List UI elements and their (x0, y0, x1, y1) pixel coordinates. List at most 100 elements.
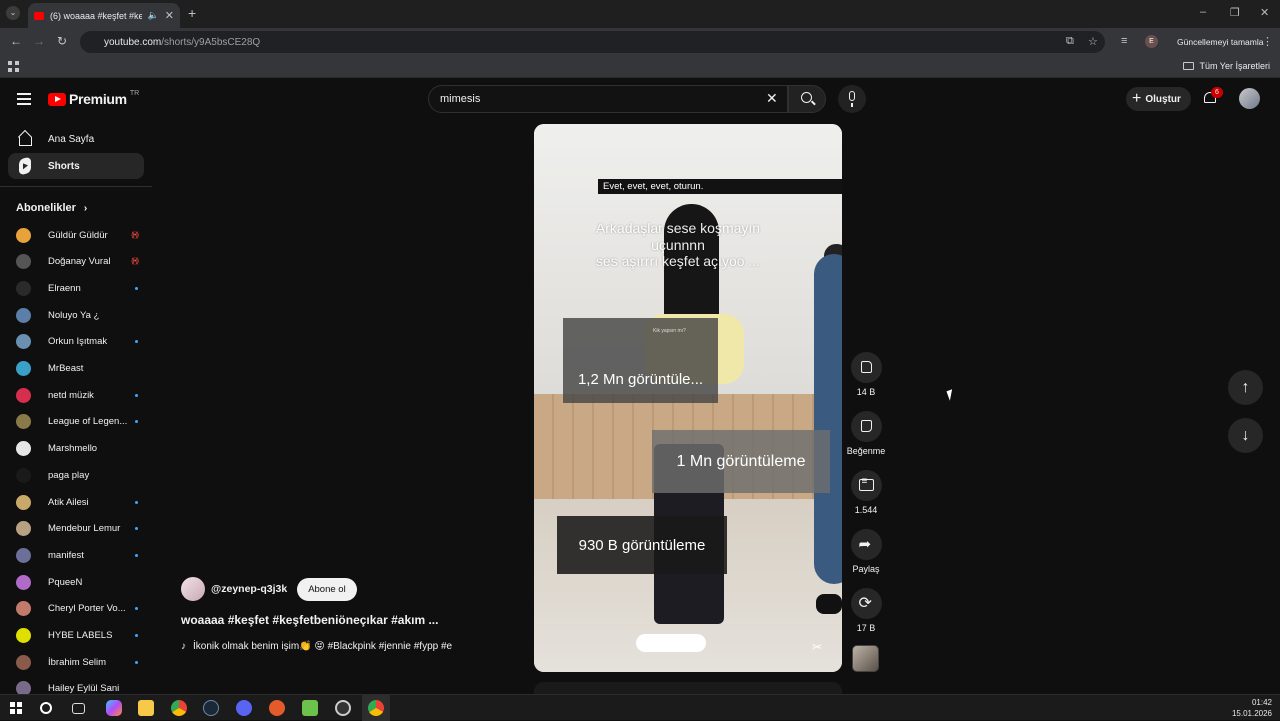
channel-avatar[interactable] (181, 577, 205, 601)
create-button[interactable]: + Oluştur (1126, 87, 1191, 111)
minimize-button[interactable]: – (1200, 6, 1206, 18)
search-input[interactable]: mimesis (428, 85, 788, 113)
windows-taskbar: 01:42 15.01.2026 (0, 694, 1280, 721)
sidebar-subscription-item[interactable]: PqueeN (16, 569, 138, 595)
tab-audio-icon[interactable]: 🔈 (148, 10, 159, 21)
previous-short-button[interactable]: ↑ (1228, 370, 1263, 405)
dislike-button[interactable]: Beğenme (846, 411, 886, 456)
youtube-premium-logo[interactable]: Premium TR (48, 90, 139, 107)
new-content-dot (135, 286, 138, 290)
sidebar-subscription-item[interactable]: League of Legen... (16, 409, 138, 435)
subscription-name: İbrahim Selim (48, 656, 107, 668)
sidebar-subscription-item[interactable]: Doğanay Vural ((•)) (16, 249, 139, 275)
sidebar-subscription-item[interactable]: Mendebur Lemur (16, 516, 138, 542)
browser-menu-icon[interactable]: ⋮ (1262, 35, 1273, 48)
sidebar-subscription-item[interactable]: MrBeast (16, 356, 138, 382)
short-video-player[interactable]: Evet, evet, evet, oturun. Arkadaşlar ses… (534, 124, 842, 672)
sidebar-subscription-item[interactable]: Güldür Güldür ((•)) (16, 222, 139, 248)
subscription-name: Cheryl Porter Vo... (48, 603, 126, 615)
file-explorer-icon[interactable] (138, 700, 154, 716)
new-content-dot (135, 340, 138, 344)
sidebar-subscription-item[interactable]: Marshmello (16, 436, 138, 462)
overlay-line: ses aşırrrı keşfet açıyoo ... (595, 253, 761, 269)
sidebar-subscription-item[interactable]: paga play (16, 462, 138, 488)
back-icon[interactable]: ← (10, 34, 22, 48)
clear-search-icon[interactable]: ✕ (766, 90, 778, 107)
sidebar-subscription-item[interactable]: Cheryl Porter Vo... (16, 596, 138, 622)
windows-start-icon[interactable] (10, 702, 22, 714)
subscribe-button[interactable]: Abone ol (297, 577, 357, 601)
live-icon: ((•)) (131, 258, 139, 266)
all-bookmarks-button[interactable]: Tüm Yer İşaretleri (1183, 61, 1270, 71)
dislike-label: Beğenme (846, 446, 886, 456)
sidebar-subscription-item[interactable]: Noluyo Ya ¿ (16, 302, 138, 328)
sidebar-subscription-item[interactable]: netd müzik (16, 382, 138, 408)
sidebar-subscription-item[interactable]: manifest (16, 542, 138, 568)
reload-icon[interactable]: ↻ (57, 34, 67, 48)
menu-icon[interactable] (17, 93, 31, 105)
app-icon-circle[interactable] (335, 700, 351, 716)
subscriptions-header[interactable]: Abonelikler › (16, 202, 87, 214)
share-button[interactable]: ➦ Paylaş (846, 529, 886, 574)
address-bar[interactable]: youtube.com/shorts/y9A5bsCE28Q (80, 31, 1105, 53)
channel-avatar (16, 467, 31, 483)
new-tab-button[interactable]: + (188, 5, 196, 21)
subscriptions-title: Abonelikler (16, 202, 76, 214)
search-button[interactable] (788, 85, 826, 113)
channel-avatar (16, 227, 31, 243)
next-short-button[interactable]: ↓ (1228, 418, 1263, 453)
sidebar-subscription-item[interactable]: Atik Ailesi (16, 489, 138, 515)
sidebar-subscription-item[interactable]: Orkun Işıtmak (16, 329, 138, 355)
capcut-watermark-icon: ✂ (811, 640, 823, 654)
tab-search-icon[interactable]: ⌄ (6, 6, 20, 20)
share-icon: ➦ (858, 536, 872, 553)
sidebar-subscription-item[interactable]: İbrahim Selim (16, 649, 138, 675)
tab-close-icon[interactable]: ✕ (165, 9, 174, 22)
like-button[interactable]: 14 B (846, 352, 886, 397)
subscribe-label: Abone ol (308, 583, 346, 595)
copilot-icon[interactable] (106, 700, 122, 716)
app-icon-green[interactable] (302, 700, 318, 716)
system-clock[interactable]: 01:42 15.01.2026 (1232, 697, 1272, 719)
restore-button[interactable]: ❐ (1230, 6, 1240, 19)
chrome-active-icon[interactable] (368, 700, 384, 716)
account-avatar[interactable] (1239, 88, 1260, 109)
chrome-icon[interactable] (171, 700, 187, 716)
subscription-name: Elraenn (48, 282, 81, 294)
video-caption: Evet, evet, evet, oturun. (598, 179, 842, 194)
task-view-icon[interactable] (72, 703, 85, 714)
steam-icon[interactable] (203, 700, 219, 716)
comments-button[interactable]: 1.544 (846, 470, 886, 515)
profile-avatar[interactable]: E (1145, 35, 1158, 48)
music-row[interactable]: ♪ İkonik olmak benim işim👏 😝 #Blackpink … (181, 641, 452, 652)
short-title[interactable]: woaaaa #keşfet #keşfetbeniöneçıkar #akım… (181, 613, 438, 627)
subscription-name: Hailey Eylül Sani (48, 683, 120, 695)
sound-thumbnail[interactable] (852, 645, 879, 672)
taskbar-search-icon[interactable] (40, 702, 52, 714)
bookmark-star-icon[interactable]: ☆ (1088, 35, 1098, 48)
next-short-preview[interactable] (534, 682, 842, 694)
remix-button[interactable]: ⟳ 17 B (846, 588, 886, 633)
sidebar-item-home[interactable]: Ana Sayfa (8, 126, 144, 152)
close-window-button[interactable]: ✕ (1260, 6, 1269, 19)
arrow-down-icon: ↓ (1241, 427, 1250, 444)
browser-tab[interactable]: (6) woaaaa #keşfet #keşfetb 🔈 ✕ (28, 3, 180, 28)
voice-search-button[interactable] (838, 85, 866, 113)
subscription-name: Marshmello (48, 443, 98, 455)
channel-handle[interactable]: @zeynep-q3j3k (211, 583, 287, 595)
sidebar-subscription-item[interactable]: HYBE LABELS (16, 623, 138, 649)
apps-grid-icon[interactable] (8, 61, 19, 72)
media-controls-icon[interactable]: ≡ (1121, 35, 1127, 47)
app-icon-orange[interactable] (269, 700, 285, 716)
discord-icon[interactable] (236, 700, 252, 716)
arrow-up-icon: ↑ (1241, 379, 1250, 396)
overlay-line: Arkadaşlar sese koşmayın (595, 220, 761, 236)
live-icon: ((•)) (131, 231, 139, 239)
channel-avatar (16, 387, 31, 403)
channel-avatar (16, 628, 31, 643)
forward-icon[interactable]: → (33, 34, 45, 48)
install-app-icon[interactable]: ⧉ (1066, 35, 1074, 48)
new-content-dot (135, 393, 138, 397)
sidebar-item-shorts[interactable]: Shorts (8, 153, 144, 179)
sidebar-subscription-item[interactable]: Elraenn (16, 275, 138, 301)
